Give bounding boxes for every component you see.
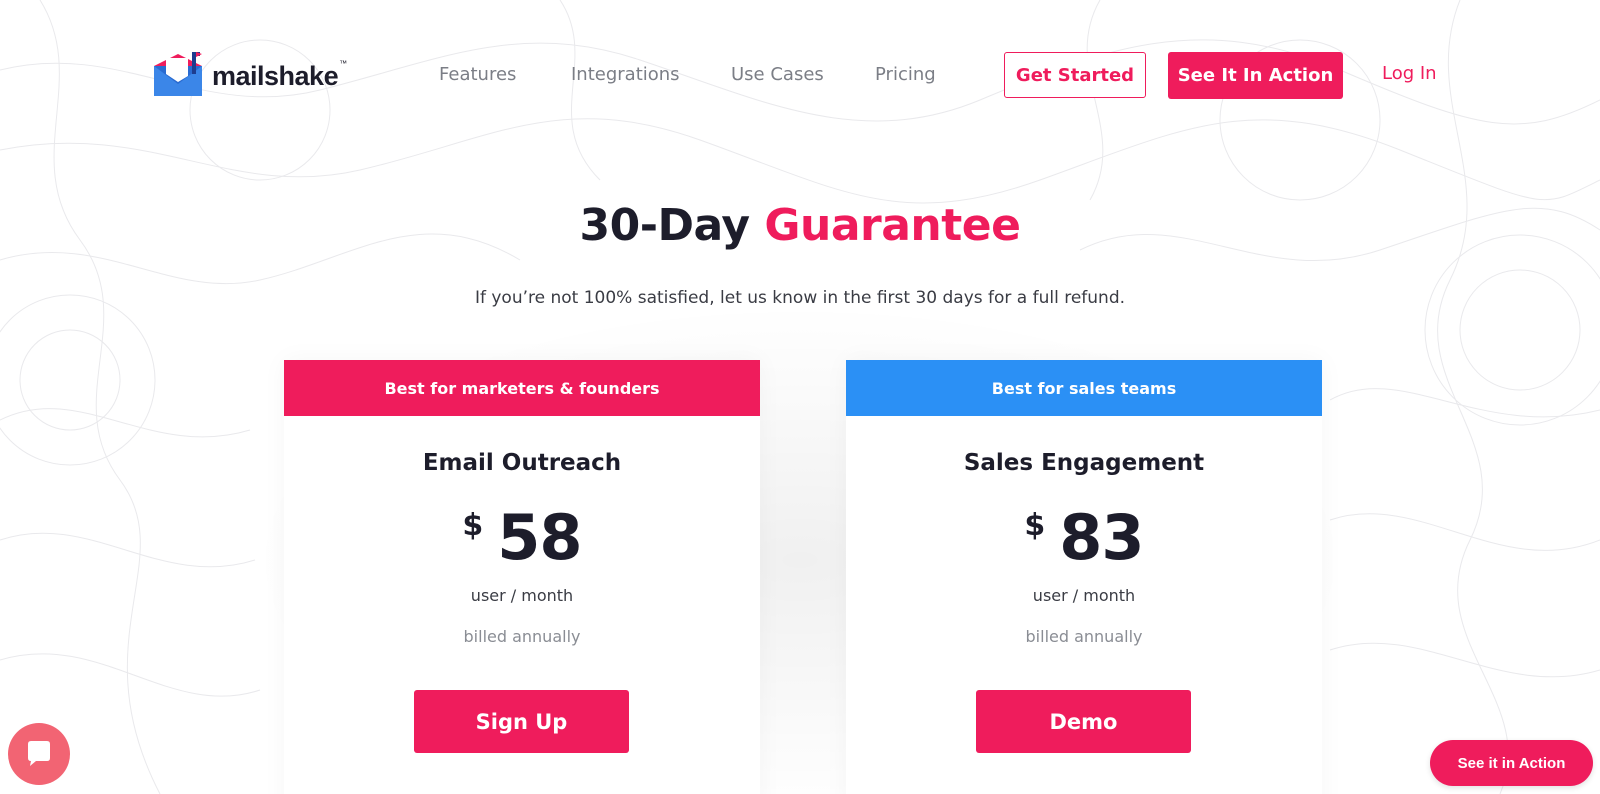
billing-note: billed annually [1025, 627, 1143, 646]
nav-features[interactable]: Features [439, 64, 516, 85]
logo-wordmark: mailshake [212, 60, 339, 91]
plan-price: $ 83 [846, 502, 1322, 574]
price-period: user / month [1032, 586, 1136, 605]
plan-banner: Best for marketers & founders [284, 360, 760, 416]
price-currency: $ [1024, 508, 1046, 543]
site-header: mailshake ™ Features Integrations Use Ca… [0, 0, 1600, 150]
see-it-in-action-button[interactable]: See It In Action [1168, 52, 1343, 99]
nav-use-cases[interactable]: Use Cases [731, 64, 824, 85]
plan-card-sales-engagement: Best for sales teams Sales Engagement $ … [846, 360, 1322, 794]
mailshake-logo-icon [154, 52, 202, 96]
chat-icon [28, 741, 50, 766]
get-started-button[interactable]: Get Started [1004, 52, 1146, 98]
logo[interactable]: mailshake ™ [152, 50, 347, 100]
nav-integrations[interactable]: Integrations [571, 64, 680, 85]
sign-up-button[interactable]: Sign Up [414, 690, 629, 753]
login-link[interactable]: Log In [1382, 63, 1437, 84]
price-period: user / month [470, 586, 574, 605]
price-currency: $ [462, 508, 484, 543]
billing-note: billed annually [463, 627, 581, 646]
logo-trademark: ™ [339, 58, 348, 68]
page-title: 30-Day Guarantee [0, 200, 1600, 251]
plan-price: $ 58 [284, 502, 760, 574]
price-amount: 58 [497, 501, 582, 574]
plan-banner: Best for sales teams [846, 360, 1322, 416]
chat-widget-button[interactable] [8, 723, 70, 785]
plan-name: Email Outreach [422, 450, 622, 476]
pricing-page: mailshake ™ Features Integrations Use Ca… [0, 0, 1600, 794]
title-main: 30-Day [579, 200, 751, 251]
plan-card-email-outreach: Best for marketers & founders Email Outr… [284, 360, 760, 794]
demo-button[interactable]: Demo [976, 690, 1191, 753]
price-amount: 83 [1059, 501, 1144, 574]
page-subtitle: If you’re not 100% satisfied, let us kno… [474, 288, 1126, 308]
plan-name: Sales Engagement [963, 450, 1205, 476]
title-accent: Guarantee [764, 200, 1021, 251]
floating-see-it-in-action-button[interactable]: See it in Action [1430, 740, 1593, 786]
nav-pricing[interactable]: Pricing [875, 64, 936, 85]
